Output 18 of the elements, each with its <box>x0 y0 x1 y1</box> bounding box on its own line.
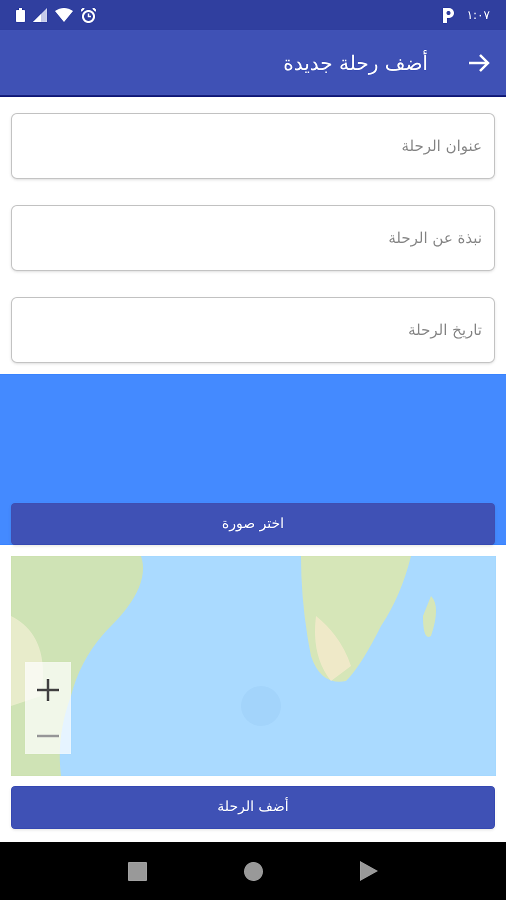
circle-icon[interactable] <box>244 862 263 880</box>
wifi-icon <box>55 8 73 22</box>
zoom-out-icon[interactable] <box>37 734 59 738</box>
input-field[interactable]: عنوان الرحلة <box>11 113 495 179</box>
triangle-icon[interactable] <box>360 861 378 881</box>
input-field[interactable]: تاريخ الرحلة <box>11 297 495 363</box>
choose-image-button[interactable]: اختر صورة <box>11 503 495 545</box>
zoom-in-icon[interactable] <box>37 678 59 700</box>
signal-icon <box>33 8 47 22</box>
input-field[interactable]: نبذة عن الرحلة <box>11 205 495 271</box>
square-icon[interactable] <box>128 862 148 880</box>
battery-icon <box>16 8 25 22</box>
back-arrow-icon[interactable] <box>468 52 490 72</box>
add-trip-button[interactable]: أضف الرحلة <box>11 786 495 829</box>
alarm-icon <box>81 8 96 22</box>
parking-icon <box>440 7 455 23</box>
clock-time: ١:٠٧ <box>466 7 490 24</box>
screen-title: أضف رحلة جديدة <box>283 49 428 77</box>
